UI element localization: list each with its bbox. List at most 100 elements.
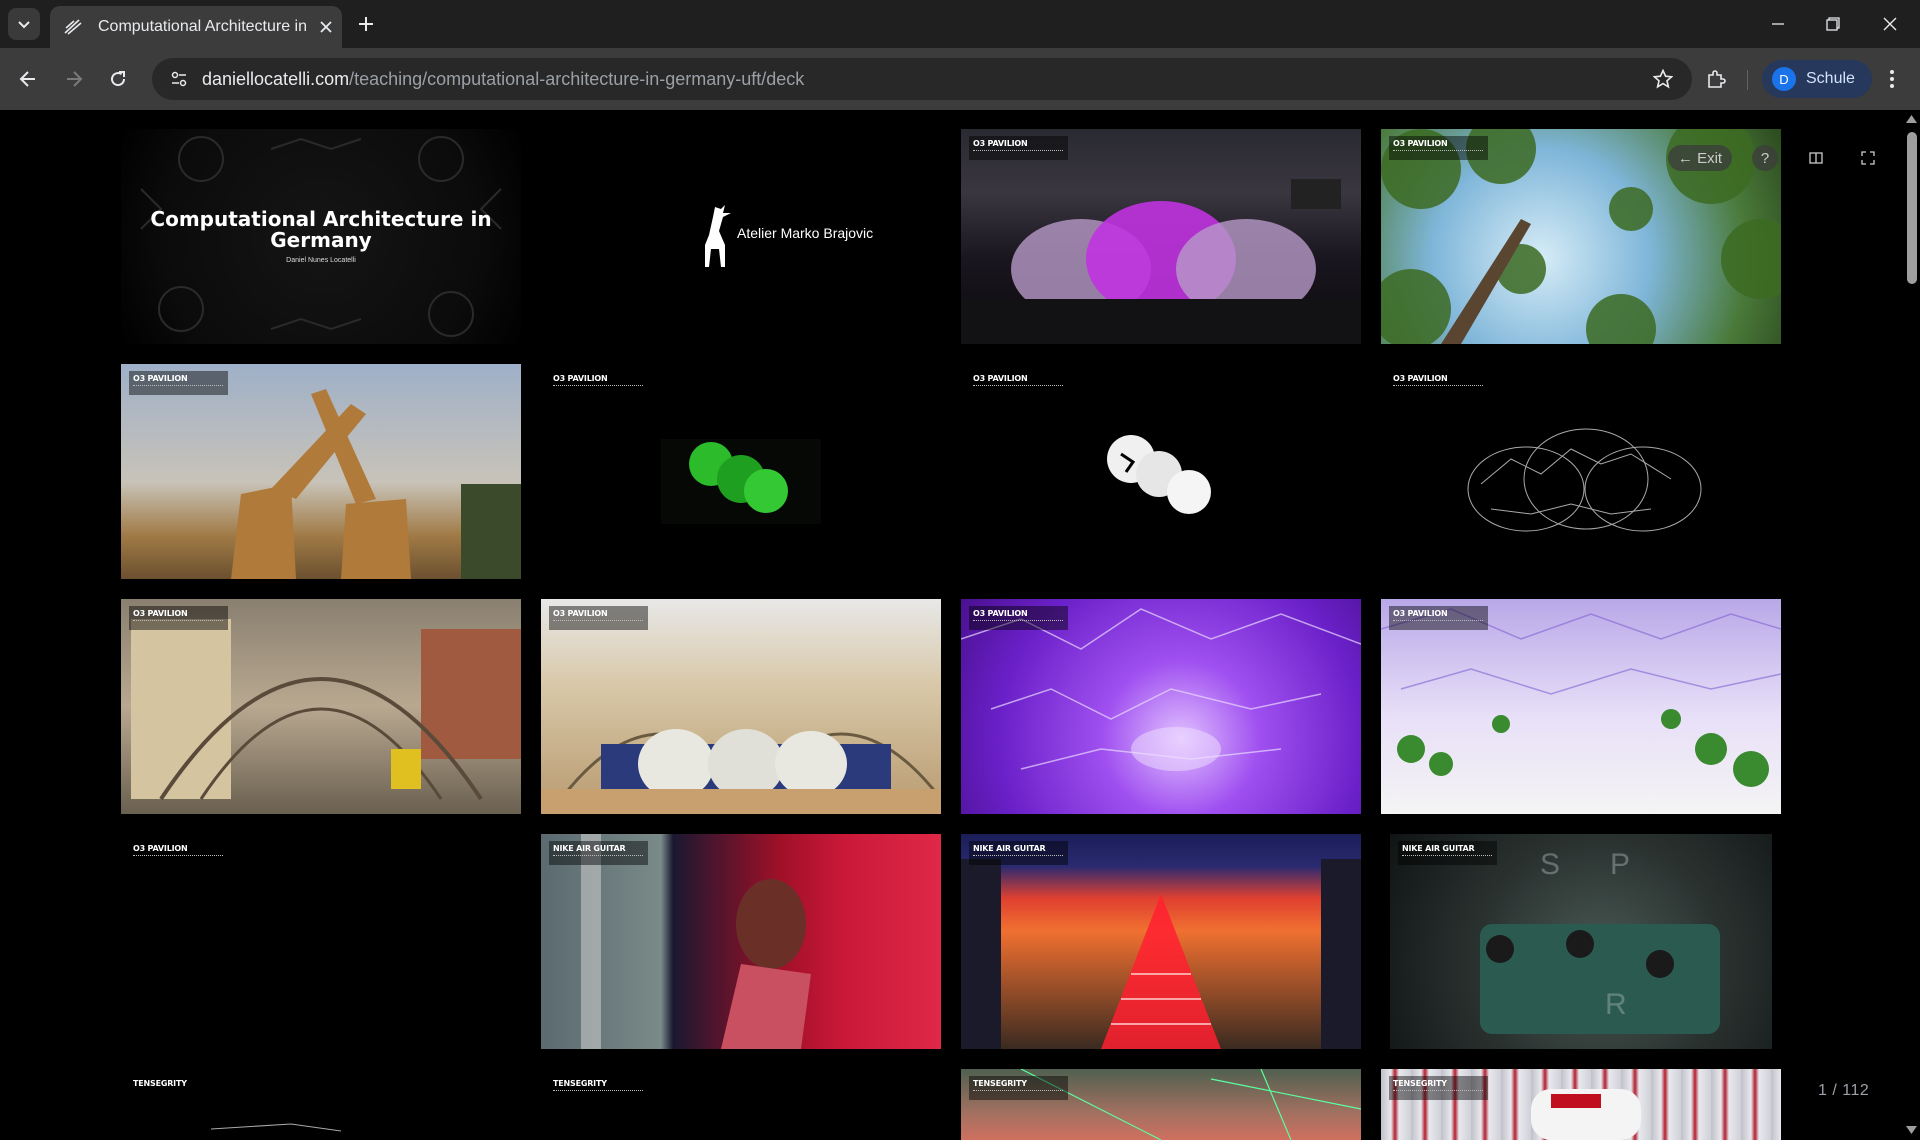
slide-label-text: TENSEGRITY bbox=[973, 1079, 1027, 1088]
pavilion-photo bbox=[961, 179, 1361, 344]
slide-thumbnail-14[interactable]: NIKE AIR GUITAR bbox=[541, 834, 941, 1049]
slide-title: Computational Architecture in Germany bbox=[150, 207, 492, 252]
svg-text:P: P bbox=[1610, 848, 1630, 881]
tab-strip: Computational Architecture in Germany bbox=[0, 0, 1920, 48]
new-tab-icon[interactable] bbox=[352, 10, 380, 38]
slide-thumbnail-1[interactable]: Computational Architecture in Germany Da… bbox=[121, 129, 521, 344]
slide-thumbnail-3[interactable]: O3 PAVILION bbox=[961, 129, 1361, 344]
tab-active[interactable]: Computational Architecture in Germany bbox=[50, 6, 342, 48]
slide-sublabel bbox=[553, 1090, 643, 1097]
close-tab-icon[interactable] bbox=[316, 17, 336, 37]
slide-label: TENSEGRITY bbox=[129, 1076, 192, 1091]
profile-name: Schule bbox=[1806, 70, 1855, 87]
exit-overview-button[interactable]: ← Exit bbox=[1668, 145, 1732, 171]
deck-overview: Computational Architecture in Germany Da… bbox=[0, 110, 1920, 1140]
slide-thumbnail-13[interactable]: O3 PAVILION bbox=[121, 834, 521, 1049]
slide-label-text: O3 PAVILION bbox=[553, 609, 608, 618]
close-window-icon[interactable] bbox=[1874, 8, 1906, 40]
slide-label: NIKE AIR GUITAR bbox=[549, 841, 648, 865]
slide-sublabel bbox=[973, 855, 1063, 862]
workshop-photo bbox=[541, 729, 941, 814]
slide-label-text: O3 PAVILION bbox=[973, 609, 1028, 618]
slide-label: O3 PAVILION bbox=[129, 606, 228, 630]
giraffe-logo-icon bbox=[705, 205, 731, 267]
help-button[interactable]: ? bbox=[1752, 145, 1778, 171]
bookmark-star-icon[interactable] bbox=[1652, 68, 1674, 90]
minimize-icon[interactable] bbox=[1762, 8, 1794, 40]
slide-label: O3 PAVILION bbox=[969, 606, 1068, 630]
scrollbar[interactable] bbox=[1903, 110, 1920, 1140]
slide-sublabel bbox=[1393, 620, 1483, 627]
slide-thumbnail-15[interactable]: NIKE AIR GUITAR bbox=[961, 834, 1361, 1049]
slide-thumbnail-19[interactable]: TENSEGRITY bbox=[961, 1069, 1361, 1140]
slide-sublabel bbox=[133, 855, 223, 862]
profile-button[interactable]: D Schule bbox=[1762, 60, 1872, 98]
slide-label-text: O3 PAVILION bbox=[133, 374, 188, 383]
slide-sublabel bbox=[973, 1090, 1063, 1097]
slide-thumbnail-7[interactable]: O3 PAVILION bbox=[961, 364, 1361, 579]
slide-thumbnail-18[interactable]: TENSEGRITY bbox=[541, 1069, 941, 1140]
slide-thumbnail-20[interactable]: TENSEGRITY bbox=[1381, 1069, 1781, 1140]
slide-thumbnail-10[interactable]: O3 PAVILION bbox=[541, 599, 941, 814]
url-text: daniellocatelli.com/teaching/computation… bbox=[202, 69, 804, 90]
forward-icon[interactable] bbox=[58, 63, 90, 95]
construction-photo bbox=[131, 619, 521, 801]
slide-label: O3 PAVILION bbox=[129, 841, 228, 865]
slide-thumbnail-9[interactable]: O3 PAVILION bbox=[121, 599, 521, 814]
svg-text:S: S bbox=[1540, 848, 1560, 881]
url-host: daniellocatelli.com bbox=[202, 68, 350, 89]
toolbar-divider bbox=[1747, 70, 1748, 90]
green-bubbles-render bbox=[661, 439, 821, 524]
slide-thumbnail-5[interactable]: O3 PAVILION bbox=[121, 364, 521, 579]
presenter-view-icon[interactable] bbox=[1804, 145, 1828, 171]
restore-icon[interactable] bbox=[1817, 8, 1849, 40]
slide-label-text: O3 PAVILION bbox=[973, 139, 1028, 148]
slide-sublabel bbox=[553, 855, 643, 862]
reload-icon[interactable] bbox=[102, 63, 134, 95]
slide-label-text: TENSEGRITY bbox=[553, 1079, 607, 1088]
slide-label-text: NIKE AIR GUITAR bbox=[973, 844, 1046, 853]
slide-label-text: O3 PAVILION bbox=[133, 609, 188, 618]
scrollbar-thumb[interactable] bbox=[1907, 132, 1917, 284]
slide-thumbnail-11[interactable]: O3 PAVILION bbox=[961, 599, 1361, 814]
slide-label-text: O3 PAVILION bbox=[1393, 609, 1448, 618]
slide-author: Daniel Nunes Locatelli bbox=[286, 257, 356, 264]
slide-label: O3 PAVILION bbox=[129, 371, 228, 395]
slide-thumbnail-17[interactable]: TENSEGRITY bbox=[121, 1069, 521, 1140]
kebab-menu-icon[interactable] bbox=[1876, 63, 1908, 95]
slide-sublabel bbox=[973, 150, 1063, 157]
tab-search-button[interactable] bbox=[8, 8, 40, 40]
slide-label: O3 PAVILION bbox=[549, 371, 648, 395]
slide-label: O3 PAVILION bbox=[1389, 371, 1488, 395]
slide-label-text: NIKE AIR GUITAR bbox=[1402, 844, 1475, 853]
guitar-neck-photo bbox=[961, 859, 1361, 1049]
fullscreen-icon[interactable] bbox=[1856, 145, 1880, 171]
slide-sublabel bbox=[973, 385, 1063, 392]
slide-thumbnail-6[interactable]: O3 PAVILION bbox=[541, 364, 941, 579]
slide-label-text: TENSEGRITY bbox=[133, 1079, 187, 1088]
slide-counter: 1 / 112 bbox=[1818, 1082, 1870, 1099]
guitar-pedal-photo: S P R bbox=[1480, 848, 1720, 1034]
slide-sublabel bbox=[1402, 855, 1492, 862]
slide-label: O3 PAVILION bbox=[1389, 136, 1488, 160]
slide-thumbnail-16[interactable]: S P R NIKE AIR GUITAR bbox=[1390, 834, 1772, 1049]
back-icon[interactable] bbox=[12, 63, 44, 95]
slide-label-text: O3 PAVILION bbox=[133, 844, 188, 853]
slide-sublabel bbox=[973, 620, 1063, 627]
giraffe-photo bbox=[231, 389, 521, 579]
slide-label: O3 PAVILION bbox=[549, 606, 648, 630]
slide-thumbnail-12[interactable]: O3 PAVILION bbox=[1381, 599, 1781, 814]
slide-sublabel bbox=[1393, 385, 1483, 392]
atelier-logo-text: Atelier Marko Brajovic bbox=[737, 225, 874, 241]
address-bar[interactable]: daniellocatelli.com/teaching/computation… bbox=[152, 58, 1692, 100]
extensions-puzzle-icon[interactable] bbox=[1700, 63, 1732, 95]
white-bubbles-render bbox=[1107, 435, 1211, 514]
scroll-up-icon[interactable] bbox=[1906, 115, 1917, 123]
scroll-down-icon[interactable] bbox=[1906, 1126, 1917, 1134]
slide-thumbnail-8[interactable]: O3 PAVILION bbox=[1381, 364, 1781, 579]
site-info-icon[interactable] bbox=[166, 66, 192, 92]
planted-interior-render bbox=[1381, 608, 1781, 787]
slide-thumbnail-2[interactable]: Atelier Marko Brajovic bbox=[541, 129, 941, 344]
chevron-down-icon bbox=[18, 21, 30, 29]
slide-sublabel bbox=[1393, 150, 1483, 157]
